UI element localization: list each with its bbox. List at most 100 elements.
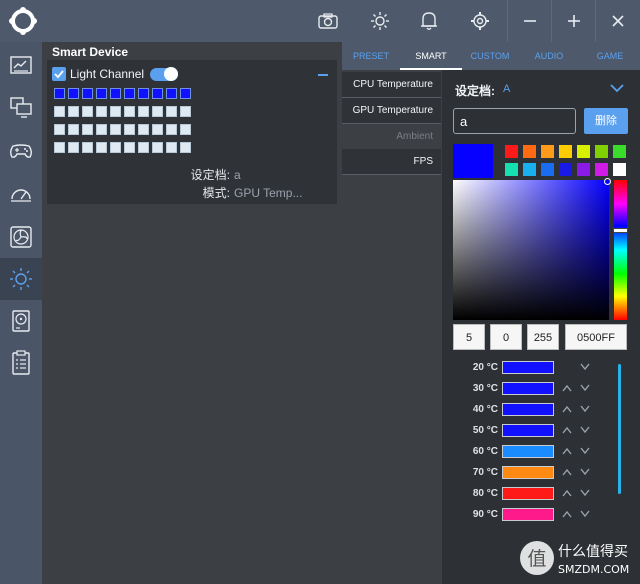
chevron-up-icon[interactable] <box>562 384 572 392</box>
chevron-up-icon[interactable] <box>562 447 572 455</box>
led-cell[interactable] <box>68 142 79 153</box>
color-swatch[interactable] <box>523 163 536 176</box>
delete-button[interactable]: 删除 <box>584 108 628 134</box>
hue-slider-handle[interactable] <box>613 228 628 233</box>
color-picker-handle[interactable] <box>604 178 611 185</box>
chevron-down-icon[interactable] <box>580 363 590 371</box>
led-cell[interactable] <box>180 124 191 135</box>
tab-game[interactable]: GAME <box>580 42 640 70</box>
chevron-down-icon[interactable] <box>580 426 590 434</box>
green-input[interactable]: 0 <box>490 324 522 350</box>
led-cell[interactable] <box>180 142 191 153</box>
led-cell[interactable] <box>110 124 121 135</box>
led-cell[interactable] <box>152 106 163 117</box>
led-cell[interactable] <box>96 124 107 135</box>
red-input[interactable]: 5 <box>453 324 485 350</box>
mode-cpu-temperature[interactable]: CPU Temperature <box>342 72 441 98</box>
maximize-button[interactable] <box>551 0 595 42</box>
settings-button[interactable] <box>463 0 497 42</box>
tab-preset[interactable]: PRESET <box>342 42 400 70</box>
led-cell[interactable] <box>110 88 121 99</box>
channel-checkbox[interactable] <box>52 67 66 81</box>
led-cell[interactable] <box>54 124 65 135</box>
nav-storage[interactable] <box>0 300 42 342</box>
tab-custom[interactable]: CUSTOM <box>462 42 518 70</box>
temperature-scrollbar[interactable] <box>618 364 621 494</box>
setting-value[interactable]: A <box>503 83 510 95</box>
minimize-button[interactable] <box>507 0 551 42</box>
led-cell[interactable] <box>138 88 149 99</box>
led-cell[interactable] <box>124 124 135 135</box>
led-cell[interactable] <box>110 142 121 153</box>
temperature-color-bar[interactable] <box>502 508 554 521</box>
hue-slider[interactable] <box>614 180 627 320</box>
led-cell[interactable] <box>54 106 65 117</box>
brightness-button[interactable] <box>363 0 397 42</box>
led-cell[interactable] <box>166 124 177 135</box>
nav-lighting[interactable] <box>0 258 42 300</box>
mode-ambient[interactable]: Ambient <box>342 124 441 150</box>
color-swatch[interactable] <box>595 145 608 158</box>
temperature-color-bar[interactable] <box>502 403 554 416</box>
temperature-color-bar[interactable] <box>502 361 554 374</box>
color-swatch[interactable] <box>505 163 518 176</box>
led-cell[interactable] <box>68 124 79 135</box>
temperature-color-bar[interactable] <box>502 466 554 479</box>
chevron-up-icon[interactable] <box>562 489 572 497</box>
notifications-button[interactable] <box>412 0 446 42</box>
chevron-down-icon[interactable] <box>580 510 590 518</box>
nav-fan[interactable] <box>0 216 42 258</box>
color-swatch[interactable] <box>541 163 554 176</box>
camera-button[interactable] <box>311 0 345 42</box>
nav-speedometer[interactable] <box>0 172 42 214</box>
blue-input[interactable]: 255 <box>527 324 559 350</box>
chevron-down-icon[interactable] <box>580 468 590 476</box>
tab-smart[interactable]: SMART <box>400 42 462 70</box>
color-swatch[interactable] <box>577 163 590 176</box>
led-cell[interactable] <box>68 106 79 117</box>
temperature-color-bar[interactable] <box>502 487 554 500</box>
led-cell[interactable] <box>82 142 93 153</box>
nav-dashboard[interactable] <box>0 44 42 86</box>
profile-name-input[interactable] <box>453 108 576 134</box>
led-cell[interactable] <box>138 106 149 117</box>
color-swatch[interactable] <box>505 145 518 158</box>
led-cell[interactable] <box>166 142 177 153</box>
led-cell[interactable] <box>82 106 93 117</box>
color-swatch[interactable] <box>559 145 572 158</box>
led-cell[interactable] <box>138 124 149 135</box>
color-swatch[interactable] <box>595 163 608 176</box>
led-cell[interactable] <box>68 88 79 99</box>
color-swatch[interactable] <box>613 163 626 176</box>
chevron-up-icon[interactable] <box>562 468 572 476</box>
led-cell[interactable] <box>166 106 177 117</box>
nav-checklist[interactable] <box>0 342 42 384</box>
chevron-down-icon[interactable] <box>580 405 590 413</box>
chevron-down-icon[interactable] <box>580 489 590 497</box>
chevron-up-icon[interactable] <box>562 510 572 518</box>
chevron-up-icon[interactable] <box>562 405 572 413</box>
nav-gamepad[interactable] <box>0 130 42 172</box>
led-cell[interactable] <box>82 88 93 99</box>
collapse-button[interactable] <box>318 74 328 76</box>
led-cell[interactable] <box>180 106 191 117</box>
color-swatch[interactable] <box>577 145 590 158</box>
led-cell[interactable] <box>96 88 107 99</box>
chevron-down-icon[interactable] <box>580 384 590 392</box>
chevron-up-icon[interactable] <box>562 426 572 434</box>
temperature-color-bar[interactable] <box>502 424 554 437</box>
led-cell[interactable] <box>180 88 191 99</box>
hex-input[interactable]: 0500FF <box>565 324 627 350</box>
mode-gpu-temperature[interactable]: GPU Temperature <box>342 98 441 124</box>
led-cell[interactable] <box>166 88 177 99</box>
saturation-value-picker[interactable] <box>453 180 609 320</box>
temperature-color-bar[interactable] <box>502 445 554 458</box>
chevron-down-icon[interactable] <box>610 84 624 93</box>
led-cell[interactable] <box>124 106 135 117</box>
led-cell[interactable] <box>54 88 65 99</box>
close-button[interactable] <box>595 0 640 42</box>
led-cell[interactable] <box>96 142 107 153</box>
led-cell[interactable] <box>54 142 65 153</box>
color-swatch[interactable] <box>613 145 626 158</box>
led-cell[interactable] <box>96 106 107 117</box>
